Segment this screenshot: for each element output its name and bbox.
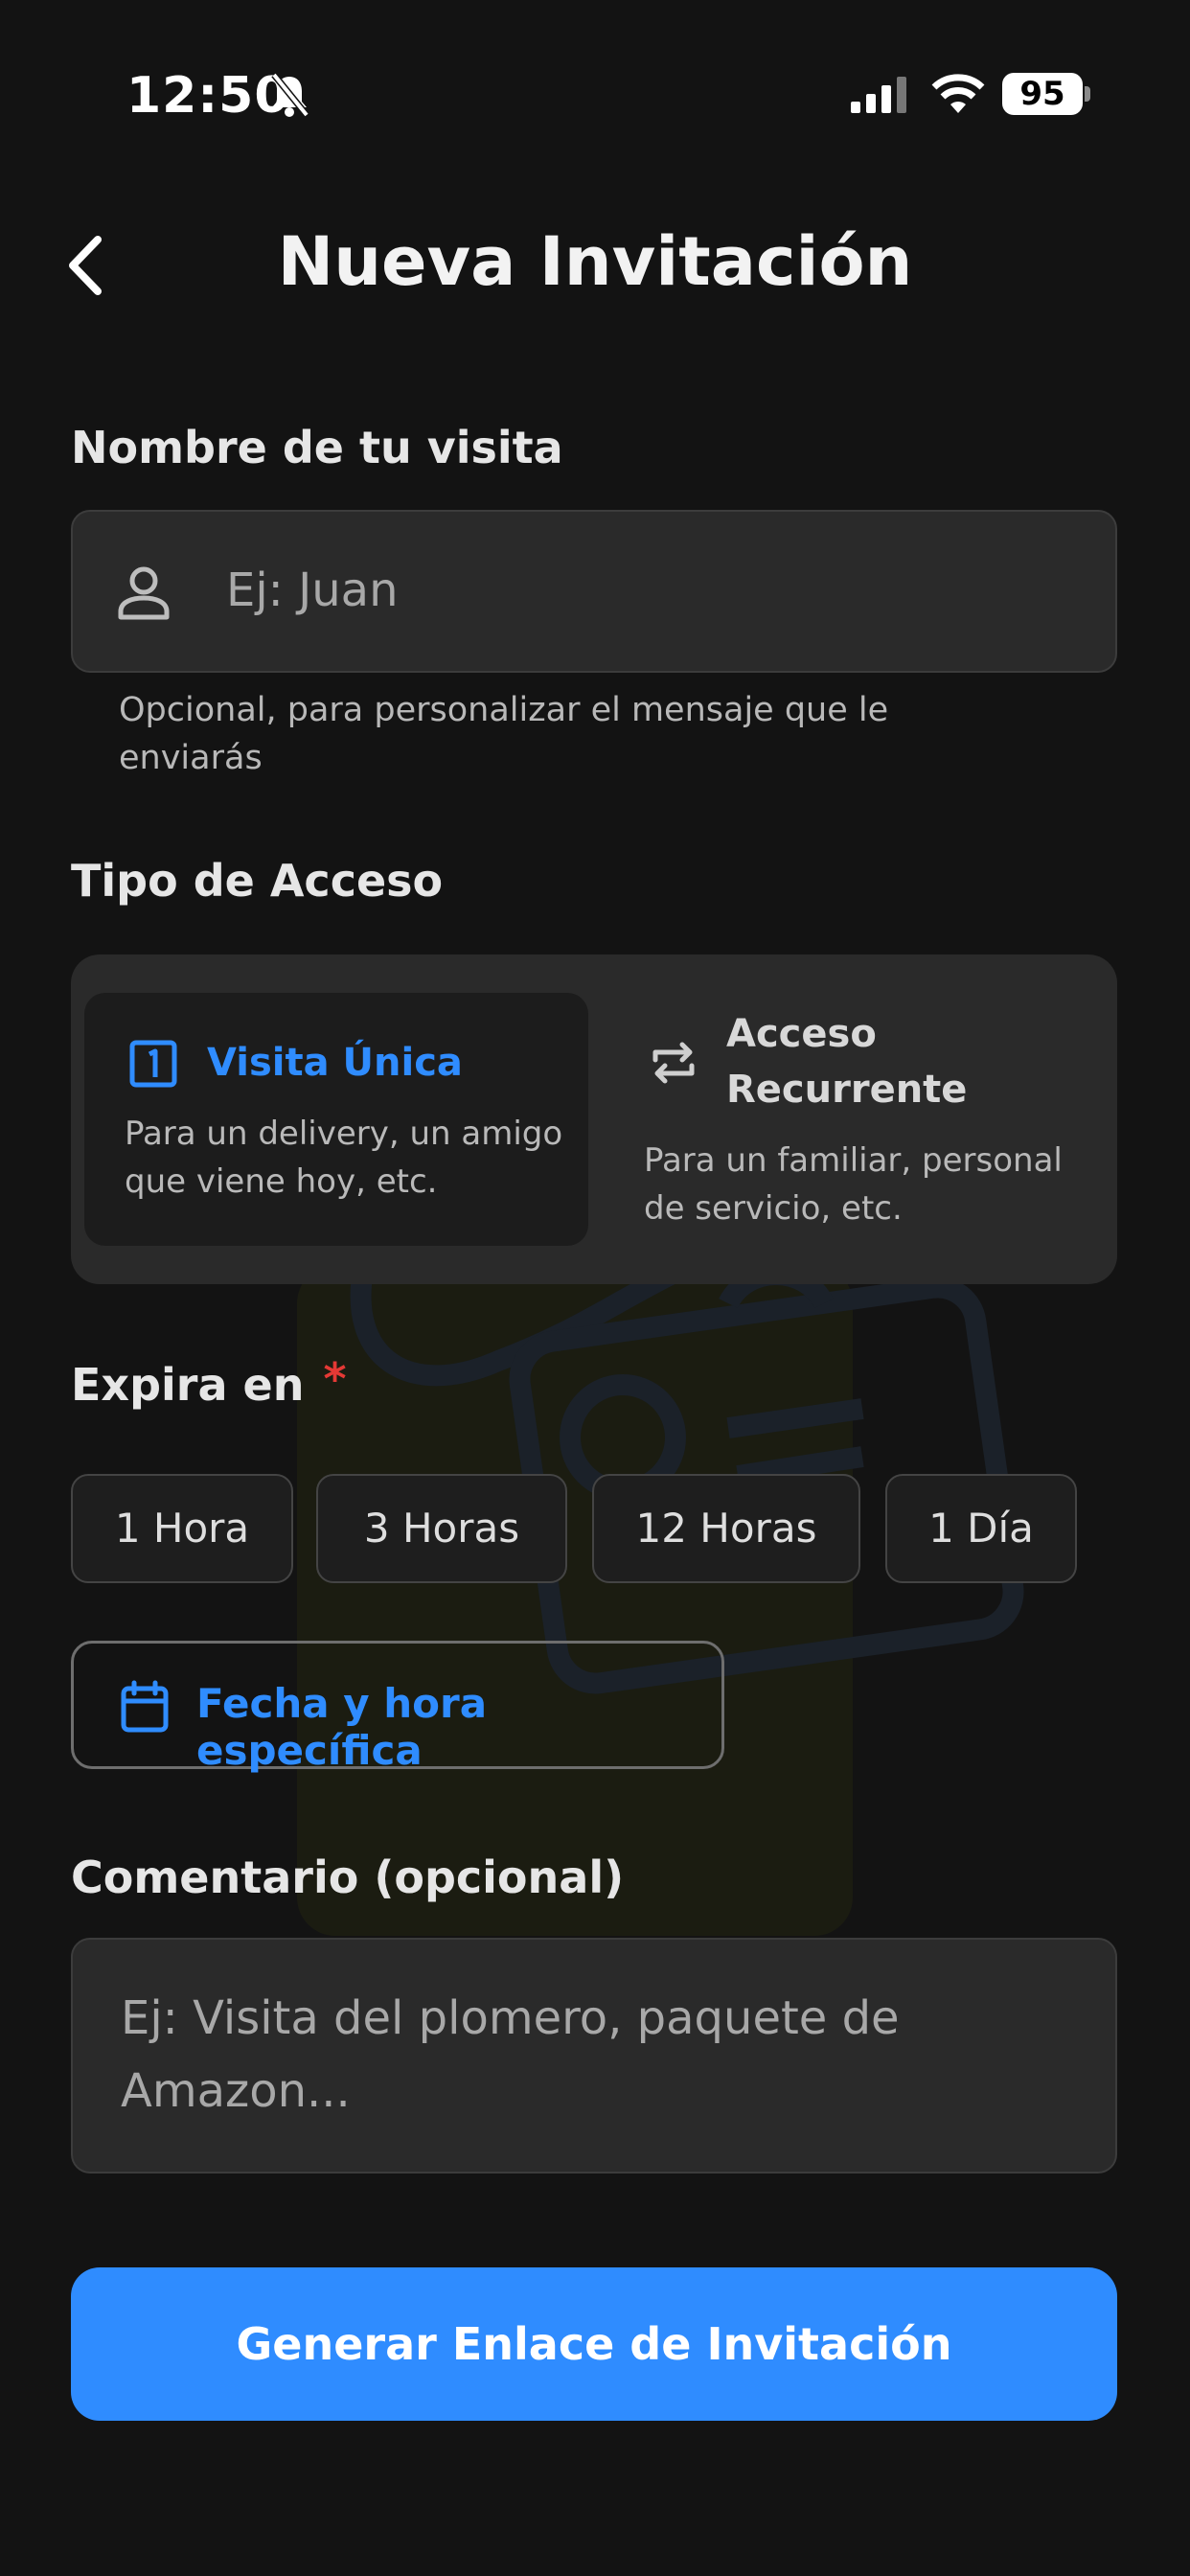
calendar-icon xyxy=(121,1680,169,1733)
visitor-name-input[interactable]: Ej: Juan xyxy=(71,510,1117,673)
access-option-single-title: Visita Única xyxy=(207,1041,463,1085)
access-option-recurrent[interactable]: Acceso Recurrente Para un familiar, pers… xyxy=(613,993,1092,1246)
access-type-label: Tipo de Acceso xyxy=(71,855,444,907)
repeat-icon xyxy=(652,1042,695,1084)
comment-label: Comentario (opcional) xyxy=(71,1852,625,1903)
access-option-recurrent-description: Para un familiar, personal de servicio, … xyxy=(644,1141,1063,1228)
access-option-single[interactable]: Visita Única Para un delivery, un amigo … xyxy=(84,993,588,1246)
single-visit-icon xyxy=(129,1040,177,1088)
required-mark: * xyxy=(323,1353,347,1405)
access-option-single-description: Para un delivery, un amigo que viene hoy… xyxy=(125,1115,563,1201)
background-illustration xyxy=(297,1262,1024,1936)
visitor-name-label: Nombre de tu visita xyxy=(71,422,563,473)
cellular-signal-icon xyxy=(851,77,906,113)
expiry-chip-1-hour[interactable]: 1 Hora xyxy=(71,1474,293,1583)
expiry-label-text: Expira en xyxy=(71,1359,305,1411)
visitor-name-placeholder: Ej: Juan xyxy=(226,564,399,617)
specific-datetime-label: Fecha y hora específica xyxy=(196,1680,488,1774)
expiry-chip-3-hours[interactable]: 3 Horas xyxy=(316,1474,567,1583)
silent-bell-icon xyxy=(271,72,309,118)
visitor-name-helper: Opcional, para personalizar el mensaje q… xyxy=(119,691,889,777)
status-time: 12:50 xyxy=(126,67,290,125)
generate-invitation-link-button[interactable]: Generar Enlace de Invitación xyxy=(71,2267,1117,2421)
page-title: Nueva Invitación xyxy=(277,222,913,301)
expiry-label: Expira en * xyxy=(71,1353,347,1411)
battery-tip xyxy=(1085,86,1090,102)
specific-datetime-button[interactable]: Fecha y hora específica xyxy=(71,1641,724,1774)
access-option-recurrent-title: Acceso Recurrente xyxy=(726,1012,968,1112)
person-icon xyxy=(118,566,170,620)
comment-placeholder: Ej: Visita del plomero, paquete de Amazo… xyxy=(121,1991,900,2118)
comment-textarea[interactable]: Ej: Visita del plomero, paquete de Amazo… xyxy=(71,1938,1117,2174)
battery-level: 95 xyxy=(1002,73,1083,115)
expiry-chip-1-day[interactable]: 1 Día xyxy=(885,1474,1077,1583)
wifi-icon xyxy=(931,74,985,113)
expiry-chip-12-hours[interactable]: 12 Horas xyxy=(592,1474,860,1583)
